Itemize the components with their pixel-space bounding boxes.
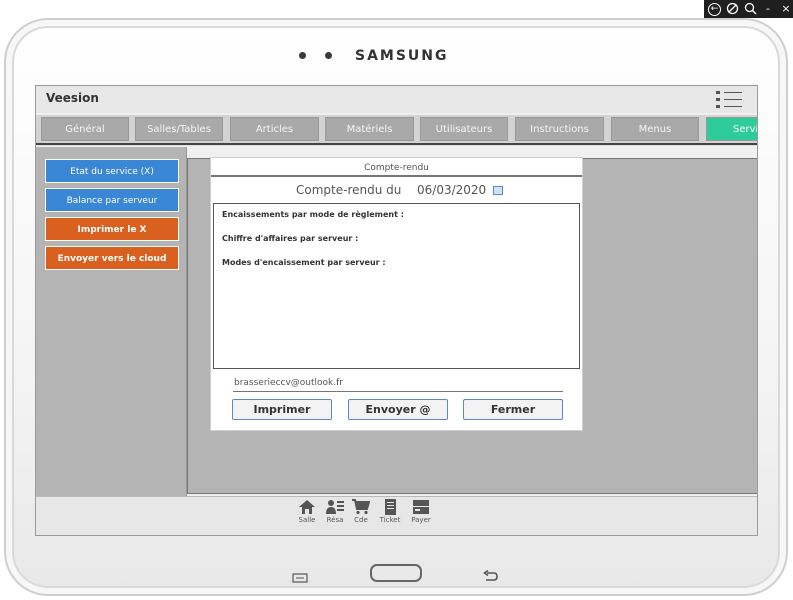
tab-materiels[interactable]: Matériels — [325, 117, 414, 141]
app-title: Veesion — [46, 91, 99, 105]
rotate-icon[interactable] — [725, 2, 739, 16]
reservation-icon — [326, 500, 344, 514]
emulator-controls: ← - × — [704, 0, 793, 18]
hardware-menu-icon — [292, 573, 308, 583]
compte-rendu-dialog: Compte-rendu Compte-rendu du 06/03/2020 … — [210, 157, 583, 431]
report-line-modes-encaissement: Modes d'encaissement par serveur : — [222, 258, 386, 267]
cart-icon — [352, 499, 370, 515]
report-date-field[interactable]: 06/03/2020 — [417, 183, 486, 197]
tab-service[interactable]: Servi — [706, 117, 757, 141]
zoom-icon[interactable] — [743, 2, 757, 16]
back-icon[interactable]: ← — [708, 2, 721, 16]
print-button[interactable]: Imprimer — [232, 399, 332, 420]
hardware-back-icon — [483, 569, 498, 581]
nav-salle-label: Salle — [298, 516, 316, 524]
menu-icon[interactable] — [716, 89, 742, 109]
calendar-icon[interactable] — [493, 186, 503, 195]
tab-divider-light — [36, 145, 757, 146]
tab-menus[interactable]: Menus — [611, 117, 699, 141]
tab-salles-tables[interactable]: Salles/Tables — [135, 117, 223, 141]
app-screen: Veesion Général Salles/Tables Articles M… — [35, 85, 758, 536]
tab-articles[interactable]: Articles — [230, 117, 319, 141]
tab-instructions[interactable]: Instructions — [515, 117, 604, 141]
tab-utilisateurs[interactable]: Utilisateurs — [420, 117, 508, 141]
close-icon[interactable]: × — [779, 2, 793, 16]
sensor-dot — [325, 52, 332, 59]
nav-payer-label: Payer — [411, 516, 431, 524]
hardware-home-button[interactable] — [370, 564, 422, 582]
nav-cde-label: Cde — [354, 516, 368, 524]
nav-payer[interactable]: Payer — [407, 499, 435, 524]
hardware-back-key[interactable] — [483, 567, 499, 586]
camera-dot — [299, 52, 306, 59]
nav-ticket[interactable]: Ticket — [376, 499, 404, 524]
app-header: Veesion — [36, 86, 757, 113]
balance-par-serveur-button[interactable]: Balance par serveur — [45, 188, 179, 212]
nav-ticket-label: Ticket — [379, 516, 401, 524]
minimize-icon[interactable]: - — [761, 2, 775, 16]
tab-general[interactable]: Général — [41, 117, 129, 141]
report-line-encaissements: Encaissements par mode de règlement : — [222, 210, 404, 219]
close-button[interactable]: Fermer — [463, 399, 563, 420]
nav-salle[interactable]: Salle — [293, 499, 321, 524]
email-field[interactable]: brasserieccv@outlook.fr — [233, 376, 563, 392]
report-date-label: Compte-rendu du — [296, 183, 402, 197]
dialog-date-row: Compte-rendu du 06/03/2020 — [211, 178, 582, 203]
bottom-nav: Salle Résa Cde Ticket Payer — [36, 496, 757, 535]
send-email-button[interactable]: Envoyer @ — [348, 399, 448, 420]
payment-icon — [413, 500, 429, 514]
sidebar: Etat du service (X) Balance par serveur … — [36, 147, 187, 498]
nav-resa-label: Résa — [326, 516, 344, 524]
report-area: Encaissements par mode de règlement : Ch… — [213, 203, 580, 369]
hardware-menu-key[interactable] — [292, 568, 308, 587]
ticket-icon — [385, 499, 396, 515]
etat-du-service-button[interactable]: Etat du service (X) — [45, 159, 179, 183]
tab-bar: Général Salles/Tables Articles Matériels… — [36, 115, 757, 143]
device-brand: SAMSUNG — [355, 48, 449, 64]
nav-cde[interactable]: Cde — [347, 499, 375, 524]
dialog-title: Compte-rendu — [211, 161, 582, 177]
nav-resa[interactable]: Résa — [321, 499, 349, 524]
home-icon — [299, 500, 315, 514]
imprimer-le-x-button[interactable]: Imprimer le X — [45, 217, 179, 241]
envoyer-cloud-button[interactable]: Envoyer vers le cloud — [45, 246, 179, 270]
report-line-chiffre-affaires: Chiffre d'affaires par serveur : — [222, 234, 359, 243]
